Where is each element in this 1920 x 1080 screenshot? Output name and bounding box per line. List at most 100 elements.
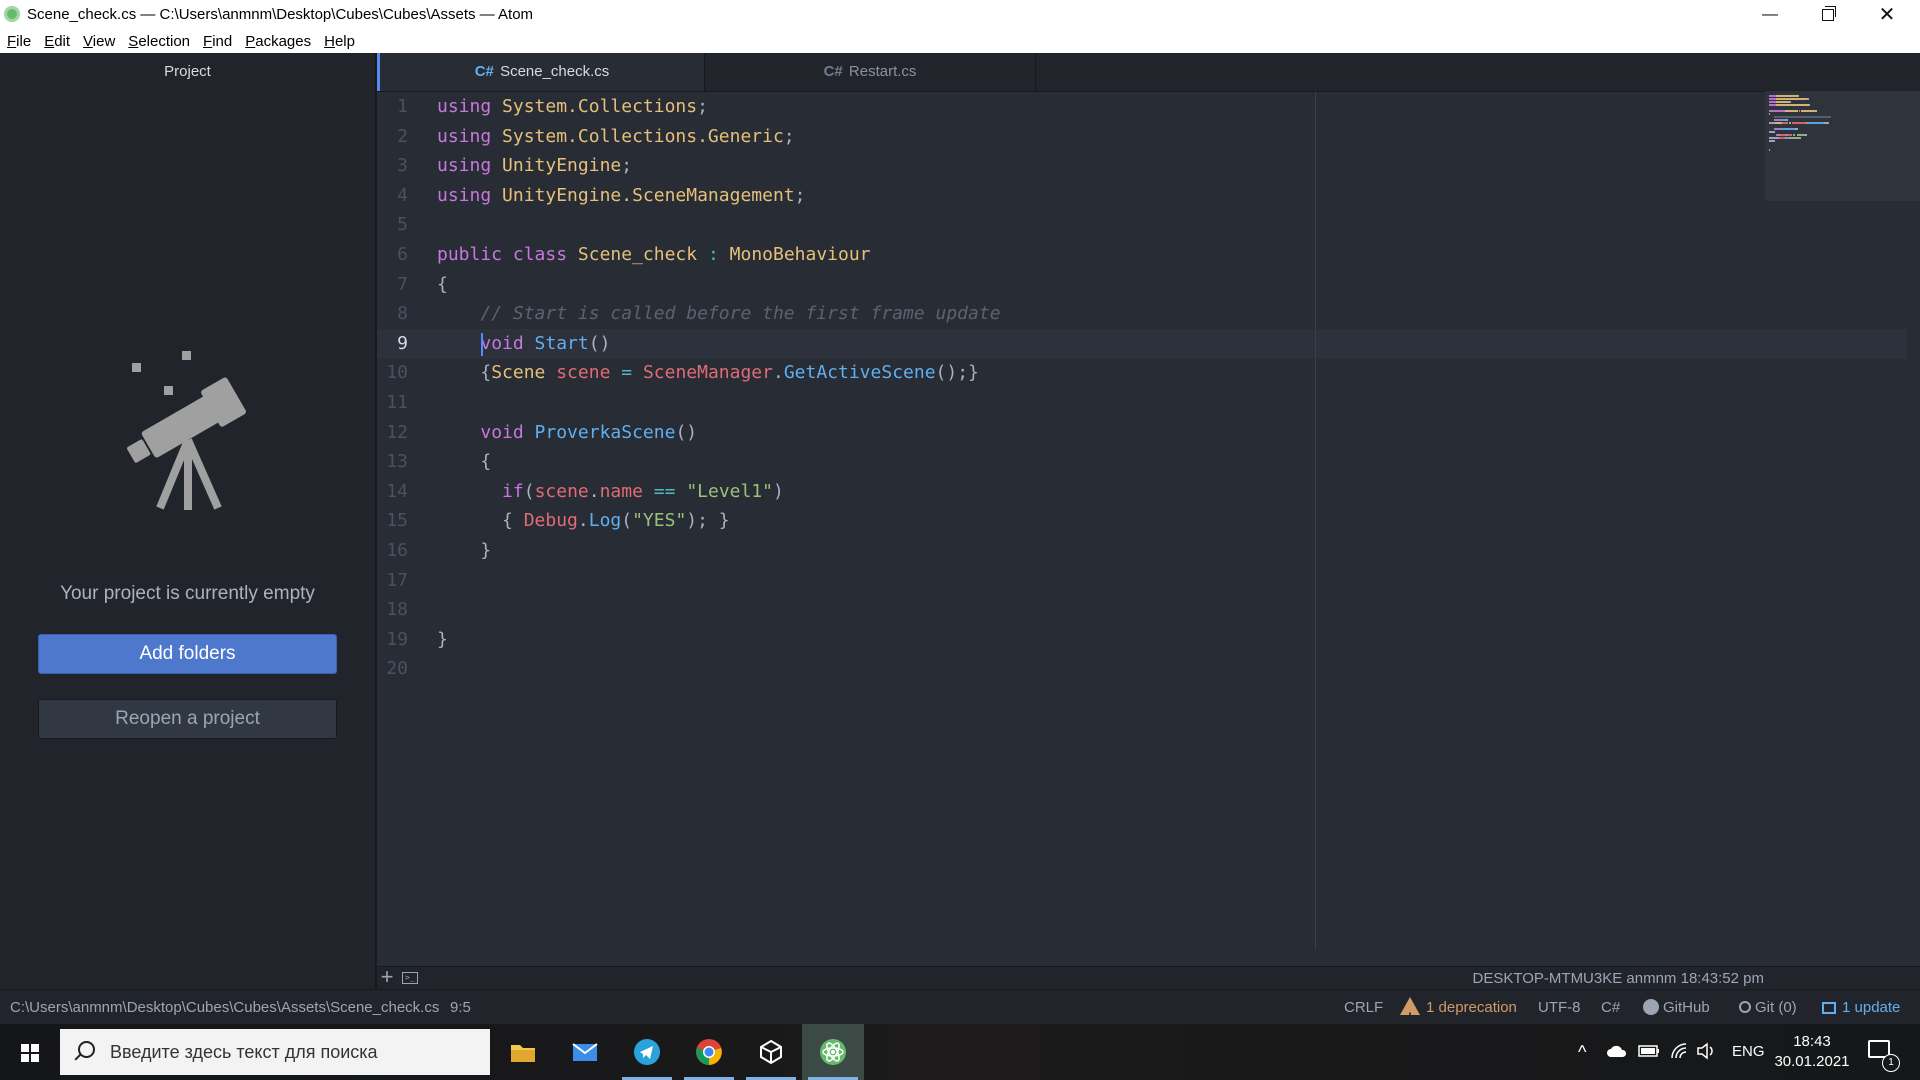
taskbar-mail[interactable]: [554, 1024, 616, 1080]
code-line[interactable]: {Scene scene = SceneManager.GetActiveSce…: [437, 358, 979, 388]
tab-restart[interactable]: C# Restart.cs: [705, 53, 1036, 91]
github-label: GitHub: [1663, 999, 1710, 1016]
file-path[interactable]: C:\Users\anmnm\Desktop\Cubes\Cubes\Asset…: [10, 990, 439, 1025]
minimap-token: [1782, 122, 1789, 124]
code-line[interactable]: if(scene.name == "Level1"): [437, 477, 784, 507]
deprecation-indicator[interactable]: 1 deprecation: [1400, 990, 1517, 1035]
volume-icon[interactable]: [1696, 1042, 1716, 1060]
windows-logo-icon: [21, 1044, 39, 1062]
line-number[interactable]: 6: [377, 240, 408, 270]
taskbar-telegram[interactable]: [616, 1024, 678, 1080]
code-token: .: [588, 480, 600, 502]
code-line[interactable]: {: [437, 447, 491, 477]
cursor-position[interactable]: 9:5: [450, 990, 471, 1025]
add-terminal-icon[interactable]: +: [377, 966, 397, 988]
code-token: // Start is called before the first fram…: [480, 303, 1001, 325]
git-button[interactable]: Git (0): [1739, 990, 1797, 1025]
code-line[interactable]: using System.Collections.Generic;: [437, 122, 795, 152]
line-number[interactable]: 15: [377, 506, 408, 536]
taskbar-unity[interactable]: [740, 1024, 802, 1080]
line-number[interactable]: 13: [377, 447, 408, 477]
add-folders-button[interactable]: Add folders: [38, 634, 337, 674]
close-button[interactable]: ✕: [1858, 0, 1916, 29]
taskbar-atom[interactable]: [802, 1024, 864, 1080]
code-line[interactable]: using System.Collections;: [437, 92, 708, 122]
line-number[interactable]: 5: [377, 210, 408, 240]
menu-view[interactable]: View: [76, 33, 121, 50]
minimize-button[interactable]: —: [1741, 0, 1799, 29]
line-number[interactable]: 4: [377, 181, 408, 211]
code-line[interactable]: }: [437, 536, 491, 566]
line-number[interactable]: 3: [377, 151, 408, 181]
line-number[interactable]: 1: [377, 92, 408, 122]
menu-help[interactable]: Help: [317, 33, 361, 50]
line-number[interactable]: 8: [377, 299, 408, 329]
line-number[interactable]: 16: [377, 536, 408, 566]
menu-packages[interactable]: Packages: [238, 33, 317, 50]
line-number[interactable]: 11: [377, 388, 408, 418]
code-editor[interactable]: 1 2 3 4 5 6 7 8 9 10 11 12 13 14 15 16 17 18 19 20 using Sy…: [377, 92, 1920, 950]
line-number[interactable]: 10: [377, 358, 408, 388]
line-number[interactable]: 2: [377, 122, 408, 152]
line-ending[interactable]: CRLF: [1344, 990, 1383, 1025]
code-token: scene: [556, 362, 611, 384]
taskbar-chrome[interactable]: [678, 1024, 740, 1080]
reopen-project-button[interactable]: Reopen a project: [38, 699, 337, 739]
restore-button[interactable]: [1799, 0, 1857, 29]
line-number[interactable]: 9: [377, 329, 408, 359]
code-token: ): [773, 480, 784, 502]
grammar-selector[interactable]: C#: [1601, 990, 1620, 1025]
taskbar-file-explorer[interactable]: [492, 1024, 554, 1080]
menu-find[interactable]: Find: [196, 33, 238, 50]
telescope-icon: [127, 351, 246, 510]
wifi-icon[interactable]: [1670, 1042, 1688, 1060]
code-token: :: [707, 244, 719, 265]
code-line[interactable]: void ProverkaScene(): [437, 418, 697, 448]
line-number[interactable]: 17: [377, 566, 408, 596]
code-line[interactable]: {: [437, 270, 448, 300]
code-token: using: [437, 155, 503, 177]
start-button[interactable]: [0, 1024, 60, 1080]
code-line[interactable]: { Debug.Log("YES"); }: [437, 506, 730, 536]
line-number[interactable]: 14: [377, 477, 408, 507]
line-number[interactable]: 18: [377, 595, 408, 625]
code-line[interactable]: using UnityEngine;: [437, 151, 632, 181]
unity-icon: [760, 1039, 782, 1065]
minimap-token: [1769, 98, 1777, 100]
show-hidden-icons-chevron-up-icon[interactable]: ^: [1578, 1024, 1586, 1080]
code-token: ); }: [686, 510, 730, 532]
battery-icon[interactable]: [1638, 1044, 1660, 1058]
tab-label: Restart.cs: [848, 63, 917, 80]
code-token: System.Collections: [502, 96, 698, 117]
file-encoding[interactable]: UTF-8: [1538, 990, 1581, 1025]
tab-scene-check[interactable]: C# Scene_check.cs: [377, 53, 705, 91]
code-token: GetActiveScene: [783, 362, 936, 384]
github-button[interactable]: GitHub: [1643, 990, 1710, 1025]
code-line[interactable]: // Start is called before the first fram…: [437, 299, 1001, 329]
minimap-token: [1789, 101, 1791, 103]
line-number[interactable]: 12: [377, 418, 408, 448]
menu-file[interactable]: File: [0, 33, 37, 50]
terminal-icon[interactable]: >_: [402, 972, 418, 984]
line-number[interactable]: 19: [377, 625, 408, 655]
line-number[interactable]: 20: [377, 654, 408, 684]
package-update-button[interactable]: 1 update: [1822, 990, 1900, 1025]
taskbar-search[interactable]: Введите здесь текст для поиска: [60, 1029, 490, 1075]
input-language[interactable]: ENG: [1732, 1024, 1765, 1080]
code-line[interactable]: }: [437, 625, 448, 655]
taskbar-clock[interactable]: 18:43 30.01.2021: [1767, 1032, 1857, 1072]
onedrive-cloud-icon[interactable]: [1606, 1044, 1628, 1058]
line-number[interactable]: 7: [377, 270, 408, 300]
project-panel-title[interactable]: Project: [0, 53, 375, 91]
code-line[interactable]: public class Scene_check : MonoBehaviour: [437, 240, 871, 270]
menu-selection[interactable]: Selection: [121, 33, 196, 50]
code-line[interactable]: void Start(): [437, 329, 610, 359]
code-line[interactable]: using UnityEngine.SceneManagement;: [437, 181, 805, 211]
minimap-token: [1807, 122, 1825, 124]
host-user-time: DESKTOP-MTMU3KE anmnm 18:43:52 pm: [1472, 970, 1765, 987]
menu-edit[interactable]: Edit: [37, 33, 76, 50]
minimap[interactable]: [1765, 91, 1920, 201]
close-icon: ✕: [1878, 4, 1896, 26]
